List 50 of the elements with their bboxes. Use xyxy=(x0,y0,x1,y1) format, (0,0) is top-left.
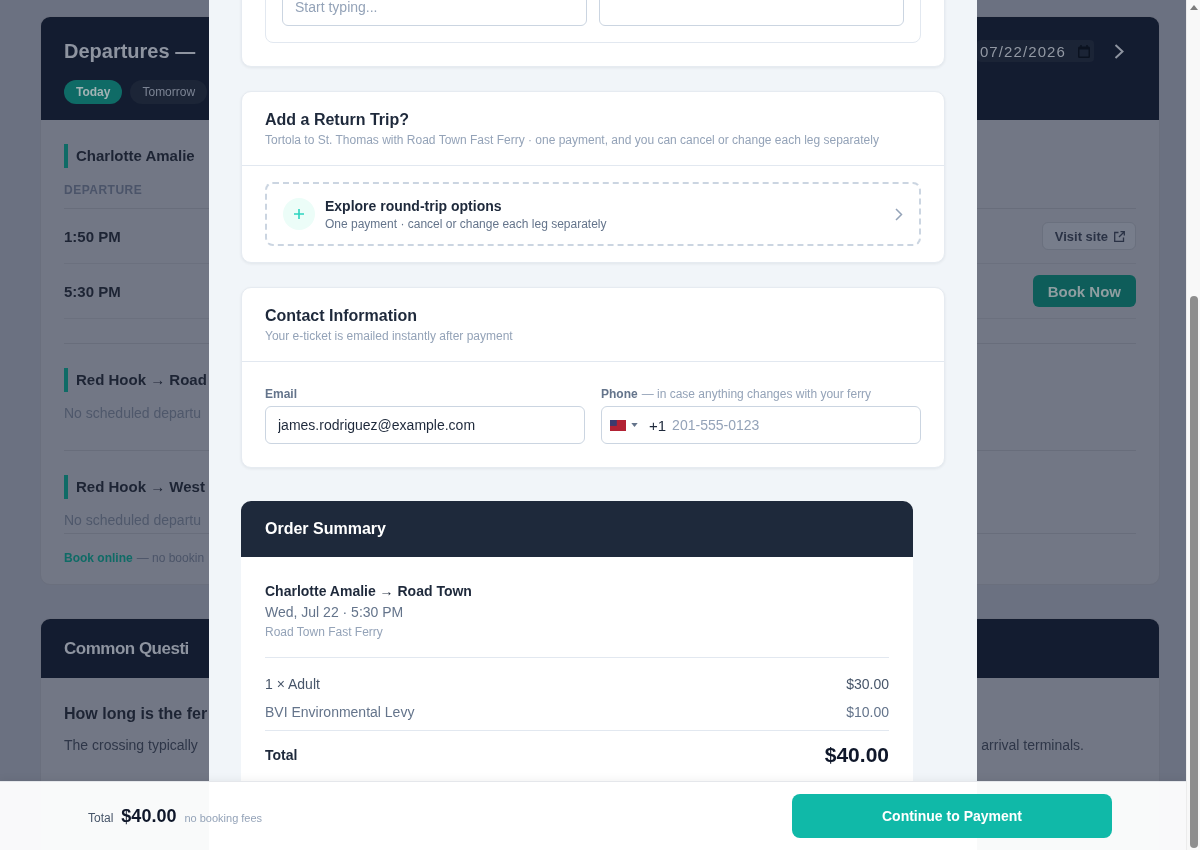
total-amount: $40.00 xyxy=(121,805,177,827)
day-tab[interactable]: Tomorrow xyxy=(130,80,208,104)
card-subtitle: Tortola to St. Thomas with Road Town Fast Ferry · one payment, and you can cancel or change each leg separately xyxy=(265,132,879,149)
card-subtitle: Your e-ticket is emailed instantly after payment xyxy=(265,328,513,345)
faq-answer: arrival terminals. xyxy=(981,736,1084,755)
card-title: Contact Information xyxy=(265,306,417,326)
field-label: Email xyxy=(265,386,297,402)
total-label: Total xyxy=(88,810,114,825)
faq-title: Common Questi xyxy=(64,638,189,659)
card-title: Add a Return Trip? xyxy=(265,110,409,130)
fee-note: no booking fees xyxy=(184,811,263,824)
phone-field[interactable]: +1 201-555-0123 xyxy=(601,406,921,444)
flag-icon xyxy=(610,419,626,431)
faq-question: How long is the fer xyxy=(64,704,208,724)
departure-time: 1:50 PM xyxy=(64,227,121,245)
summary-title: Order Summary xyxy=(265,520,386,538)
scrollbar-thumb[interactable] xyxy=(1190,296,1198,848)
line-item-amount: $10.00 xyxy=(846,703,889,722)
dial-code: +1 xyxy=(649,416,667,434)
chevron-right-icon[interactable] xyxy=(1114,43,1124,59)
up-arrow-icon[interactable] xyxy=(1190,5,1198,10)
route-title: Red Hook → West xyxy=(64,475,205,499)
departure-time: 5:30 PM xyxy=(64,282,121,300)
plus-icon xyxy=(283,198,315,230)
total-label: Total xyxy=(265,746,298,765)
trip-operator: Road Town Fast Ferry xyxy=(265,624,383,641)
field-label: Phone xyxy=(601,386,638,402)
caret-down-icon xyxy=(631,423,638,427)
faq-answer: The crossing typically xyxy=(64,736,198,755)
visit-site-button[interactable]: Visit site xyxy=(1041,222,1136,250)
trip-route: Charlotte Amalie → Road Town xyxy=(265,582,472,601)
field-hint: — in case anything changes with your ferry xyxy=(641,386,872,402)
round-trip-option[interactable]: Explore round-trip options One payment · cancel or change each leg separately xyxy=(265,182,921,246)
line-item-label: 1 × Adult xyxy=(265,675,320,694)
continue-to-payment-button[interactable]: Continue to Payment xyxy=(792,794,1112,838)
phone-input[interactable]: 201-555-0123 xyxy=(666,408,920,442)
trip-datetime: Wed, Jul 22 · 5:30 PM xyxy=(265,603,404,622)
date-field[interactable]: 07/22/2026 xyxy=(976,40,1094,62)
day-tab[interactable]: Today xyxy=(64,80,123,104)
input-field[interactable]: Start typing... xyxy=(282,0,587,26)
book-now-button[interactable]: Book Now xyxy=(1032,275,1136,307)
total-amount: $40.00 xyxy=(824,743,889,767)
email-input[interactable]: james.rodriguez@example.com xyxy=(265,406,585,444)
external-link-icon xyxy=(1114,230,1125,242)
route-title: Charlotte Amalie xyxy=(64,144,195,168)
chevron-right-icon xyxy=(895,207,903,221)
line-item-amount: $30.00 xyxy=(846,675,889,694)
scrollbar[interactable] xyxy=(1186,0,1200,850)
departures-title: Departures — xyxy=(64,39,196,63)
line-item-label: BVI Environmental Levy xyxy=(265,703,415,722)
